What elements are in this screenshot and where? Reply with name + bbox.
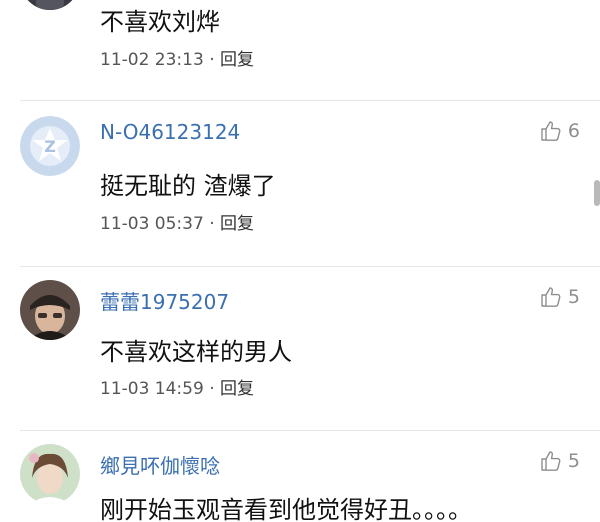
avatar[interactable]	[20, 0, 80, 10]
avatar[interactable]	[20, 444, 80, 504]
like-count: 6	[567, 120, 580, 142]
comment-username[interactable]: N-O46123124	[100, 120, 240, 144]
reply-button[interactable]: 回复	[220, 379, 254, 399]
thumbs-up-icon	[541, 121, 561, 141]
comment-meta: 11-03 14:59 · 回复	[100, 379, 255, 399]
comment-text: 不喜欢刘烨	[100, 8, 220, 36]
avatar[interactable]	[20, 280, 80, 340]
like-button[interactable]: 5	[538, 284, 580, 310]
like-count: 5	[567, 450, 580, 472]
scrollbar[interactable]	[594, 180, 600, 206]
like-button[interactable]: 6	[538, 118, 580, 144]
comment-text: 挺无耻的 渣爆了	[100, 172, 276, 200]
like-button[interactable]: 5	[538, 448, 580, 474]
default-z-avatar-icon: Z	[20, 116, 80, 176]
thumbs-up-icon	[541, 451, 561, 471]
reply-button[interactable]: 回复	[220, 50, 254, 70]
comment-text: 不喜欢这样的男人	[100, 338, 292, 366]
comment-timestamp: 11-03 14:59	[100, 379, 204, 399]
divider	[20, 100, 600, 101]
thumbs-up-icon	[541, 287, 561, 307]
comment-text: 刚开始玉观音看到他觉得好丑。。。。	[100, 496, 472, 522]
avatar[interactable]: Z	[20, 116, 80, 176]
photo-avatar-man-icon	[20, 280, 80, 340]
comment-meta: 11-03 05:37 · 回复	[100, 214, 255, 234]
photo-avatar-girl-icon	[20, 444, 80, 504]
divider	[20, 266, 600, 267]
comment-username[interactable]: 鄉見吥伽懷唸	[100, 450, 220, 479]
svg-text:Z: Z	[44, 137, 56, 156]
comment-timestamp: 11-03 05:37	[100, 214, 204, 234]
reply-button[interactable]: 回复	[220, 214, 254, 234]
divider	[20, 430, 600, 431]
comment-meta: 11-02 23:13 · 回复	[100, 50, 255, 70]
comment-username[interactable]: 蕾蕾1975207	[100, 286, 229, 315]
like-count: 5	[567, 286, 580, 308]
comment-timestamp: 11-02 23:13	[100, 50, 204, 70]
comment-feed: 不喜欢刘烨 11-02 23:13 · 回复 Z N-O46123124 6 挺…	[0, 0, 600, 522]
